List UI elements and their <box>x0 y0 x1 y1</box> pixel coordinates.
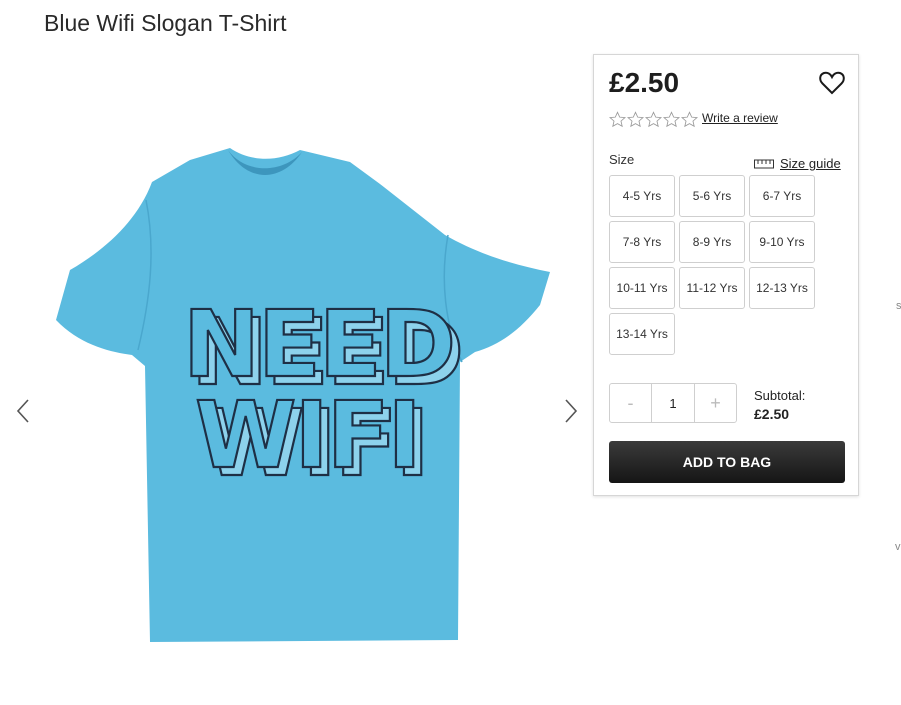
subtotal-value: £2.50 <box>754 406 790 422</box>
size-option[interactable]: 11-12 Yrs <box>679 267 745 309</box>
size-options: 4-5 Yrs 5-6 Yrs 6-7 Yrs 7-8 Yrs 8-9 Yrs 9-10 … <box>609 175 815 355</box>
write-review-link[interactable]: Write a review <box>702 111 778 125</box>
qty-decrease-button[interactable]: - <box>610 384 651 422</box>
chevron-right-icon <box>565 399 578 423</box>
quantity-stepper: - + <box>609 383 737 423</box>
product-price: £2.50 <box>609 67 680 98</box>
ruler-icon <box>754 159 774 168</box>
size-option[interactable]: 12-13 Yrs <box>749 267 815 309</box>
size-option[interactable]: 6-7 Yrs <box>749 175 815 217</box>
quantity-input[interactable] <box>651 384 695 422</box>
gallery-prev-button[interactable] <box>8 391 38 431</box>
size-guide-label: Size guide <box>780 156 841 171</box>
product-gallery: NEED NEED WIFI WIFI <box>0 60 590 700</box>
chevron-left-icon <box>16 399 29 423</box>
product-title: Blue Wifi Slogan T-Shirt <box>44 10 287 36</box>
size-option[interactable]: 5-6 Yrs <box>679 175 745 217</box>
size-option[interactable]: 8-9 Yrs <box>679 221 745 263</box>
size-option[interactable]: 13-14 Yrs <box>609 313 675 355</box>
size-option[interactable]: 10-11 Yrs <box>609 267 675 309</box>
size-guide-link[interactable]: Size guide <box>754 156 841 171</box>
rating-stars <box>609 111 698 128</box>
star-icon <box>609 111 626 128</box>
slogan-print: NEED NEED WIFI WIFI <box>182 290 465 498</box>
subtotal-label: Subtotal: <box>754 388 806 403</box>
subtotal: Subtotal: £2.50 <box>754 387 805 423</box>
add-to-bag-button[interactable]: ADD TO BAG <box>609 441 845 483</box>
star-icon <box>645 111 662 128</box>
gallery-next-button[interactable] <box>556 391 586 431</box>
size-option[interactable]: 9-10 Yrs <box>749 221 815 263</box>
product-image: NEED NEED WIFI WIFI <box>56 148 550 642</box>
wishlist-button[interactable] <box>818 69 846 97</box>
heart-icon <box>819 71 845 95</box>
slogan-line2: WIFI <box>195 382 420 489</box>
qty-increase-button[interactable]: + <box>695 384 736 422</box>
purchase-panel: £2.50 Write a review Size Size guide 4-5… <box>593 54 859 496</box>
size-label: Size <box>609 152 635 167</box>
star-icon <box>627 111 644 128</box>
star-icon <box>681 111 698 128</box>
size-option[interactable]: 7-8 Yrs <box>609 221 675 263</box>
size-option[interactable]: 4-5 Yrs <box>609 175 675 217</box>
star-icon <box>663 111 680 128</box>
edge-mark-2: v <box>895 541 901 553</box>
edge-mark-1: s <box>896 300 901 312</box>
